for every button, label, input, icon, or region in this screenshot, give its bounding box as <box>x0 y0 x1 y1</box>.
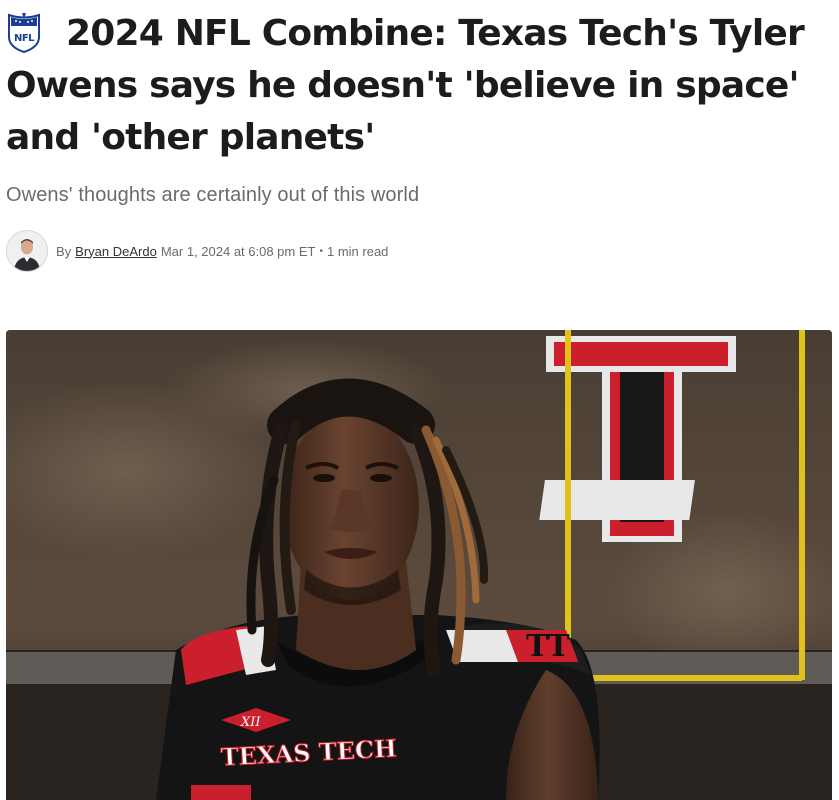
publish-date: Mar 1, 2024 at 6:08 pm ET <box>160 243 316 259</box>
headline-text: 2024 NFL Combine: Texas Tech's Tyler Owe… <box>6 13 805 158</box>
article-headline: NFL 2024 NFL Combine: Texas Tech's Tyler… <box>6 8 826 164</box>
byline-prefix: By <box>56 243 72 259</box>
hero-image: TT XII TEXAS TECH <box>6 330 832 800</box>
author-link[interactable]: Bryan DeArdo <box>75 244 157 259</box>
svg-text:XII: XII <box>240 715 261 730</box>
nfl-logo-text: NFL <box>14 33 35 44</box>
nfl-shield-icon[interactable]: NFL <box>6 11 42 54</box>
read-time: 1 min read <box>326 243 389 259</box>
article-header: NFL 2024 NFL Combine: Texas Tech's Tyler… <box>6 8 826 164</box>
svg-text:TT: TT <box>526 629 570 664</box>
byline-separator: • <box>319 245 323 257</box>
byline: By Bryan DeArdo Mar 1, 2024 at 6:08 pm E… <box>6 230 388 272</box>
author-avatar[interactable] <box>6 230 48 272</box>
article-dek: Owens' thoughts are certainly out of thi… <box>6 184 420 206</box>
